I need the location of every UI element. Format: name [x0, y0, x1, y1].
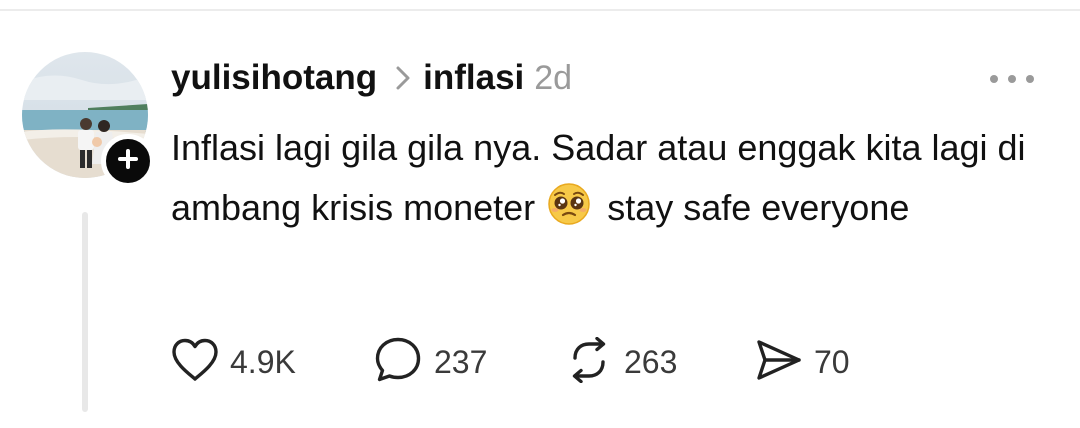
more-horizontal-icon-dot: [990, 75, 998, 83]
thread-line: [82, 212, 88, 412]
top-divider: [0, 9, 1080, 11]
post-body: Inflasi lagi gila gila nya. Sadar atau e…: [171, 118, 1061, 244]
like-count: 4.9K: [230, 343, 296, 380]
topic-tag[interactable]: inflasi: [423, 58, 524, 98]
comment-icon: [374, 335, 424, 390]
username[interactable]: yulisihotang: [171, 58, 377, 98]
more-horizontal-icon-dot: [1026, 75, 1034, 83]
repost-button[interactable]: 263: [564, 336, 678, 388]
reply-count: 237: [434, 343, 488, 380]
repost-count: 263: [624, 343, 678, 380]
pleading-face-emoji: [547, 182, 591, 244]
heart-icon: [170, 337, 220, 388]
action-bar: 4.9K 237 263 70: [170, 336, 890, 388]
chevron-right-icon: [395, 65, 411, 91]
like-button[interactable]: 4.9K: [170, 337, 296, 387]
repost-icon: [564, 336, 614, 388]
share-count: 70: [814, 343, 850, 380]
post-text-part-2: stay safe everyone: [607, 187, 910, 228]
post-header: yulisihotang inflasi 2d: [171, 58, 572, 98]
more-options-button[interactable]: [990, 74, 1034, 84]
plus-icon: [117, 148, 139, 175]
more-horizontal-icon-dot: [1008, 75, 1016, 83]
reply-button[interactable]: 237: [374, 337, 487, 387]
post-time: 2d: [534, 58, 573, 97]
follow-button[interactable]: [101, 134, 155, 188]
send-icon: [754, 337, 804, 388]
share-button[interactable]: 70: [754, 337, 850, 387]
